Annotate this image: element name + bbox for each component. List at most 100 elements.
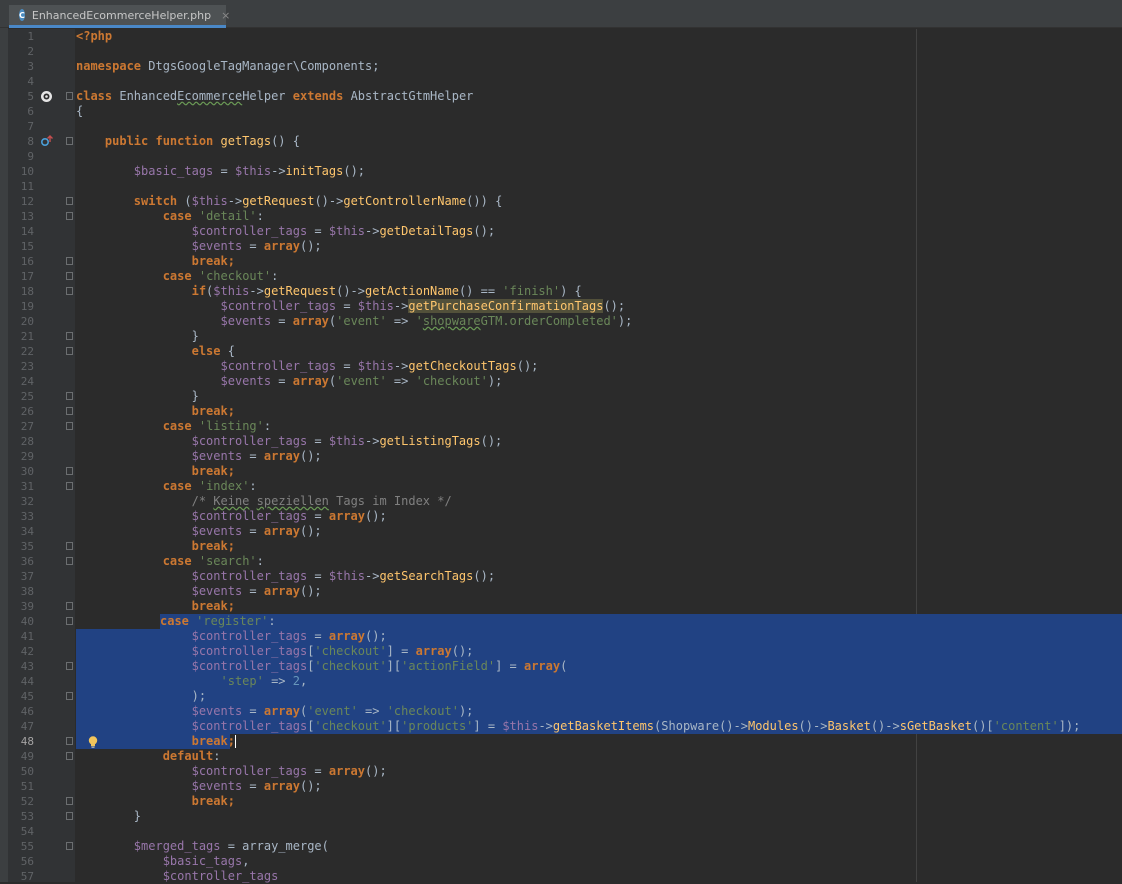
code-line-selected[interactable]: 47 $controller_tags['checkout']['product… [8, 719, 1122, 734]
code-line[interactable]: 55 $merged_tags = array_merge( [8, 839, 1122, 854]
operator: = [307, 764, 329, 778]
fold-marker[interactable] [66, 602, 73, 610]
operator: ()-> [798, 719, 828, 733]
fold-marker[interactable] [66, 137, 73, 145]
fold-marker[interactable] [66, 392, 73, 400]
code-line[interactable]: 30 break; [8, 464, 1122, 479]
code-line[interactable]: 7 [8, 119, 1122, 134]
code-line[interactable]: 31 case 'index': [8, 479, 1122, 494]
code-line[interactable]: 11 [8, 179, 1122, 194]
code-line[interactable]: 38 $events = array(); [8, 584, 1122, 599]
implements-icon[interactable] [40, 135, 54, 148]
code-line[interactable]: 1 <?php [8, 29, 1122, 44]
comment: Tags im Index */ [328, 494, 452, 508]
code-line[interactable]: 35 break; [8, 539, 1122, 554]
code-line[interactable]: 51 $events = array(); [8, 779, 1122, 794]
code-line[interactable]: 19 $controller_tags = $this->getPurchase… [8, 299, 1122, 314]
variable: $controller_tags [191, 629, 308, 643]
fold-marker[interactable] [66, 92, 73, 100]
code-line[interactable]: 10 $basic_tags = $this->initTags(); [8, 164, 1122, 179]
code-line-selected[interactable]: 41 $controller_tags = array(); [8, 629, 1122, 644]
code-line[interactable]: 18 if($this->getRequest()->getActionName… [8, 284, 1122, 299]
code-line-selected[interactable]: 43 $controller_tags['checkout']['actionF… [8, 659, 1122, 674]
fold-marker[interactable] [66, 197, 73, 205]
code-line-current[interactable]: 48 break; [8, 734, 1122, 749]
variable: $events [191, 779, 243, 793]
fold-marker[interactable] [66, 347, 73, 355]
variable: $events [191, 584, 243, 598]
code-line[interactable]: 25 } [8, 389, 1122, 404]
code-line[interactable]: 9 [8, 149, 1122, 164]
fold-marker[interactable] [66, 752, 73, 760]
code-line[interactable]: 4 [8, 74, 1122, 89]
code-line-selected[interactable]: 46 $events = array('event' => 'checkout'… [8, 704, 1122, 719]
code-line[interactable]: 12 switch ($this->getRequest()->getContr… [8, 194, 1122, 209]
fold-marker[interactable] [66, 692, 73, 700]
fold-marker[interactable] [66, 287, 73, 295]
operator: -> [393, 359, 409, 373]
code-line[interactable]: 20 $events = array('event' => 'shopwareG… [8, 314, 1122, 329]
code-line-selected[interactable]: 45 ); [8, 689, 1122, 704]
code-line[interactable]: 50 $controller_tags = array(); [8, 764, 1122, 779]
code-line[interactable]: 32 /* Keine speziellen Tags im Index */ [8, 494, 1122, 509]
fold-marker[interactable] [66, 422, 73, 430]
operator: = [271, 314, 293, 328]
close-tab-icon[interactable]: × [221, 9, 230, 22]
code-line[interactable]: 33 $controller_tags = array(); [8, 509, 1122, 524]
fold-marker[interactable] [66, 272, 73, 280]
code-line[interactable]: 8 public function getTags() { [8, 134, 1122, 149]
fold-marker[interactable] [66, 542, 73, 550]
code-line[interactable]: 28 $controller_tags = $this->getListingT… [8, 434, 1122, 449]
override-icon[interactable] [40, 90, 54, 103]
code-line[interactable]: 26 break; [8, 404, 1122, 419]
code-line[interactable]: 39 break; [8, 599, 1122, 614]
fold-marker[interactable] [66, 467, 73, 475]
code-line[interactable]: 22 else { [8, 344, 1122, 359]
code-editor[interactable]: 1 <?php 2 3 namespace DtgsGoogleTagManager… [8, 29, 1122, 884]
code-line-selected[interactable]: 42 $controller_tags['checkout'] = array(… [8, 644, 1122, 659]
keyword: break [191, 254, 228, 268]
code-line[interactable]: 36 case 'search': [8, 554, 1122, 569]
editor-tab[interactable]: C EnhancedEcommerceHelper.php × [9, 5, 230, 28]
code-line[interactable]: 6{ [8, 104, 1122, 119]
fold-marker[interactable] [66, 482, 73, 490]
code-line[interactable]: 54 [8, 824, 1122, 839]
code-line[interactable]: 49 default: [8, 749, 1122, 764]
fold-marker[interactable] [66, 617, 73, 625]
code-line[interactable]: 29 $events = array(); [8, 449, 1122, 464]
code-line[interactable]: 3 namespace DtgsGoogleTagManager\Componen… [8, 59, 1122, 74]
string: 'products' [401, 719, 474, 733]
code-line[interactable]: 34 $events = array(); [8, 524, 1122, 539]
fold-marker[interactable] [66, 332, 73, 340]
fold-marker[interactable] [66, 212, 73, 220]
code-line[interactable]: 23 $controller_tags = $this->getCheckout… [8, 359, 1122, 374]
operator: -> [365, 569, 380, 583]
code-line[interactable]: 15 $events = array(); [8, 239, 1122, 254]
fold-marker[interactable] [66, 257, 73, 265]
code-line[interactable]: 53 } [8, 809, 1122, 824]
fold-marker[interactable] [66, 842, 73, 850]
fold-marker[interactable] [66, 797, 73, 805]
code-line[interactable]: 2 [8, 44, 1122, 59]
fold-marker[interactable] [66, 737, 73, 745]
fold-marker[interactable] [66, 557, 73, 565]
fold-marker[interactable] [66, 407, 73, 415]
code-line[interactable]: 56 $basic_tags, [8, 854, 1122, 869]
code-line[interactable]: 27 case 'listing': [8, 419, 1122, 434]
code-line-selected[interactable]: 40 case 'register': [8, 614, 1122, 629]
code-line[interactable]: 37 $controller_tags = $this->getSearchTa… [8, 569, 1122, 584]
class-name-part: Helper [242, 89, 293, 103]
code-line[interactable]: 52 break; [8, 794, 1122, 809]
fold-marker[interactable] [66, 662, 73, 670]
code-line[interactable]: 24 $events = array('event' => 'checkout'… [8, 374, 1122, 389]
code-line[interactable]: 13 case 'detail': [8, 209, 1122, 224]
line-number: 20 [20, 315, 34, 328]
code-line-selected[interactable]: 44 'step' => 2, [8, 674, 1122, 689]
code-line[interactable]: 17 case 'checkout': [8, 269, 1122, 284]
code-line[interactable]: 14 $controller_tags = $this->getDetailTa… [8, 224, 1122, 239]
code-line[interactable]: 16 break; [8, 254, 1122, 269]
keyword: case [162, 269, 192, 283]
code-line[interactable]: 5 class EnhancedEcommerceHelper extends … [8, 89, 1122, 104]
code-line[interactable]: 21 } [8, 329, 1122, 344]
fold-marker[interactable] [66, 812, 73, 820]
